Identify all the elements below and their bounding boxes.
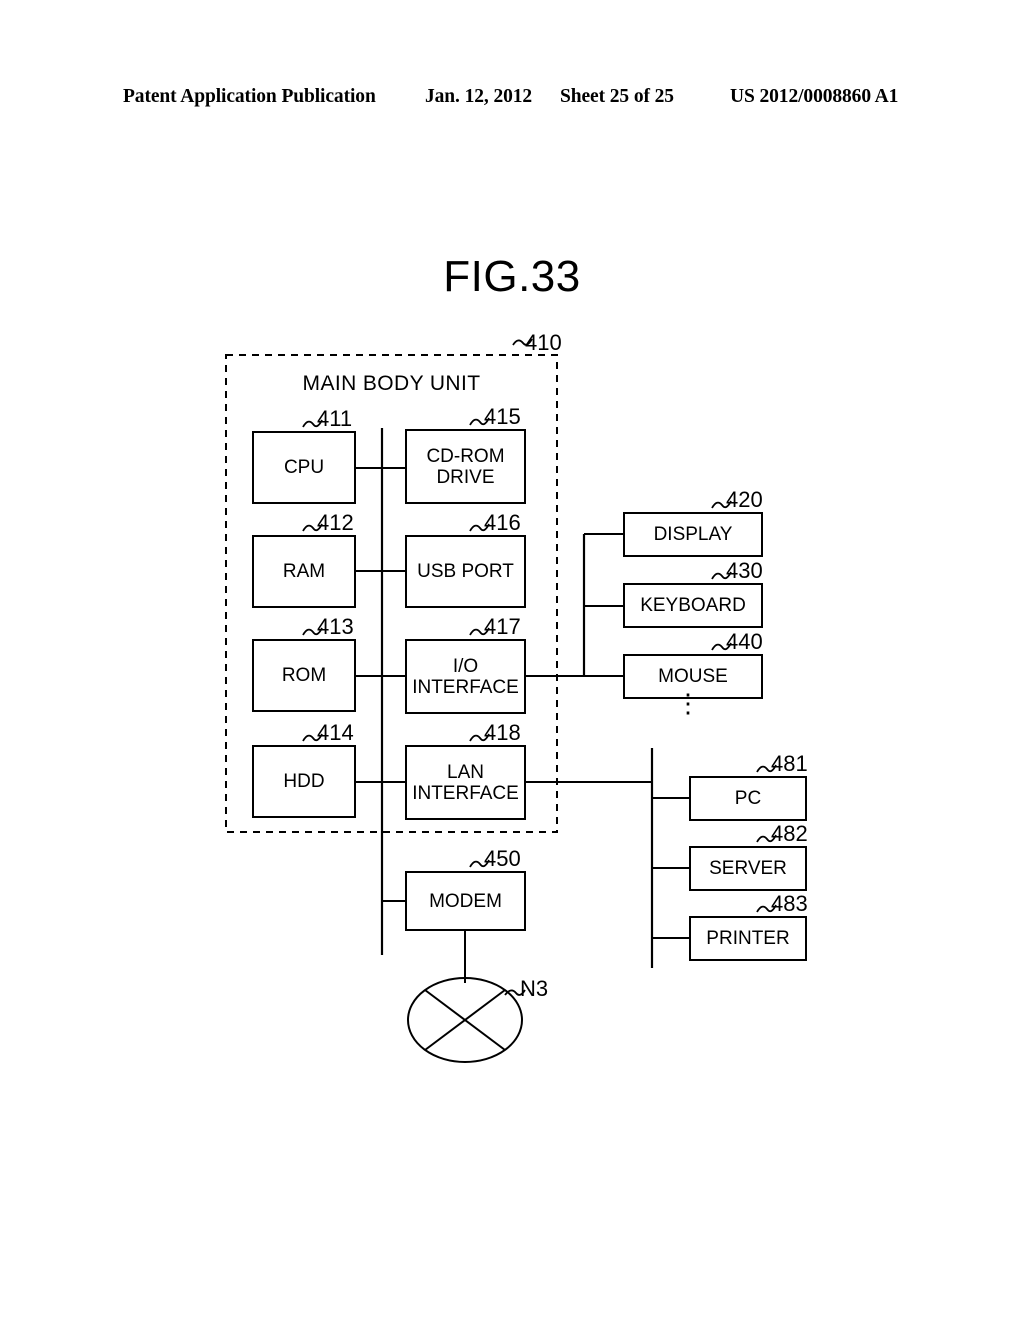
ref-number-440: 440 <box>726 629 763 654</box>
ref-number-420: 420 <box>726 487 763 512</box>
ref-number-410: 410 <box>525 330 562 355</box>
usb-port-label: USB PORT <box>417 561 514 582</box>
ref-number-412: 412 <box>317 510 354 535</box>
ref-number-411: 411 <box>317 406 353 431</box>
ref-number-418: 418 <box>484 720 521 745</box>
modem-label: MODEM <box>429 890 502 912</box>
block-diagram: MAIN BODY UNIT 410 CPU RAM ROM HDD 411 4… <box>0 0 1024 1320</box>
io-interface-label: I/O INTERFACE <box>412 655 519 698</box>
cdrom-drive-label: CD-ROM DRIVE <box>426 445 505 488</box>
lan-interface-label: LAN INTERFACE <box>412 761 519 804</box>
ref-number-416: 416 <box>484 510 521 535</box>
display-label: DISPLAY <box>653 524 733 545</box>
ref-number-482: 482 <box>771 821 808 846</box>
ram-label: RAM <box>282 561 326 582</box>
ref-number-430: 430 <box>726 558 763 583</box>
keyboard-label: KEYBOARD <box>640 595 746 616</box>
ref-number-415: 415 <box>484 404 521 429</box>
ref-number-483: 483 <box>771 891 808 916</box>
cpu-label: CPU <box>283 457 325 478</box>
ref-number-n3: N3 <box>520 976 549 1001</box>
main-body-unit-label: MAIN BODY UNIT <box>302 372 481 395</box>
ref-number-417: 417 <box>484 614 521 639</box>
ref-number-481: 481 <box>771 751 808 776</box>
server-label: SERVER <box>709 858 787 879</box>
ref-number-414: 414 <box>317 720 354 745</box>
ref-number-413: 413 <box>317 614 354 639</box>
peripheral-continuation-ellipsis: ⋮ <box>675 688 701 718</box>
pc-label: PC <box>734 788 762 809</box>
printer-label: PRINTER <box>706 928 790 949</box>
hdd-label: HDD <box>283 771 325 792</box>
ref-number-450: 450 <box>484 846 521 871</box>
rom-label: ROM <box>281 665 327 686</box>
